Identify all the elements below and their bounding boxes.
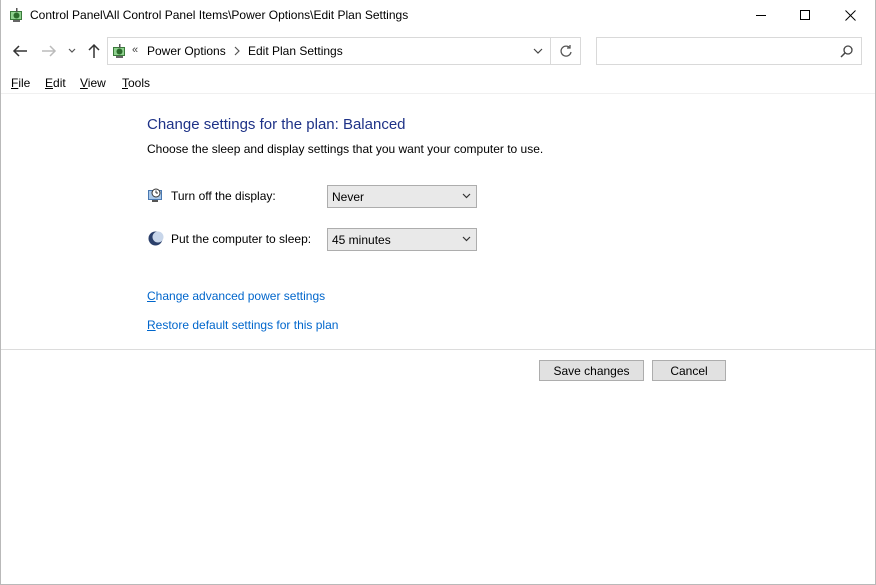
minimize-button[interactable]	[739, 0, 784, 31]
overflow-chevron[interactable]: «	[132, 44, 138, 56]
back-button[interactable]	[9, 40, 31, 62]
sleep-timeout-select[interactable]: 45 minutes	[327, 228, 477, 251]
restore-defaults-link[interactable]: Restore default settings for this plan	[147, 318, 338, 332]
menu-file[interactable]: File	[11, 76, 30, 90]
refresh-button[interactable]	[551, 38, 581, 64]
moon-sleep-icon	[147, 230, 164, 247]
address-bar[interactable]: « Power Options Edit Plan Settings	[107, 37, 581, 65]
power-options-icon	[111, 43, 128, 60]
close-button[interactable]	[828, 0, 873, 31]
breadcrumb-separator-icon[interactable]	[233, 45, 241, 57]
navigation-bar: « Power Options Edit Plan Settings	[1, 35, 875, 67]
breadcrumb-edit-plan-settings[interactable]: Edit Plan Settings	[248, 44, 343, 58]
content-divider	[1, 349, 875, 350]
display-timeout-label: Turn off the display:	[171, 189, 276, 203]
page-title: Change settings for the plan: Balanced	[147, 116, 406, 133]
display-timeout-value: Never	[332, 190, 365, 204]
chevron-down-icon	[462, 236, 471, 242]
monitor-clock-icon	[147, 187, 164, 204]
chevron-down-icon	[533, 48, 543, 54]
search-box[interactable]	[596, 37, 862, 65]
chevron-down-icon	[462, 193, 471, 199]
menu-tools[interactable]: Tools	[122, 76, 150, 90]
arrow-right-icon	[42, 45, 57, 57]
save-changes-button[interactable]: Save changes	[539, 360, 644, 381]
power-options-icon	[8, 7, 25, 24]
refresh-icon	[560, 45, 572, 57]
title-bar: Control Panel\All Control Panel Items\Po…	[1, 0, 875, 31]
menu-edit[interactable]: Edit	[45, 76, 66, 90]
up-button[interactable]	[83, 40, 105, 62]
advanced-power-settings-link[interactable]: Change advanced power settings	[147, 289, 325, 303]
window-title: Control Panel\All Control Panel Items\Po…	[30, 8, 409, 22]
menu-view[interactable]: View	[80, 76, 106, 90]
breadcrumb-power-options[interactable]: Power Options	[147, 44, 226, 58]
sleep-timeout-value: 45 minutes	[332, 233, 391, 247]
cancel-button[interactable]: Cancel	[652, 360, 726, 381]
recent-locations-button[interactable]	[64, 40, 80, 62]
edit-plan-settings-window: Control Panel\All Control Panel Items\Po…	[0, 0, 876, 585]
arrow-up-icon	[88, 43, 100, 58]
chevron-down-icon	[68, 48, 76, 53]
sleep-timeout-label: Put the computer to sleep:	[171, 232, 312, 246]
address-dropdown-button[interactable]	[526, 38, 550, 64]
arrow-left-icon	[12, 45, 27, 57]
search-icon[interactable]	[840, 44, 854, 58]
menu-bar: File Edit View Tools	[1, 74, 875, 94]
display-timeout-select[interactable]: Never	[327, 185, 477, 208]
forward-button[interactable]	[38, 40, 60, 62]
maximize-button[interactable]	[783, 0, 828, 31]
page-description: Choose the sleep and display settings th…	[147, 142, 544, 156]
